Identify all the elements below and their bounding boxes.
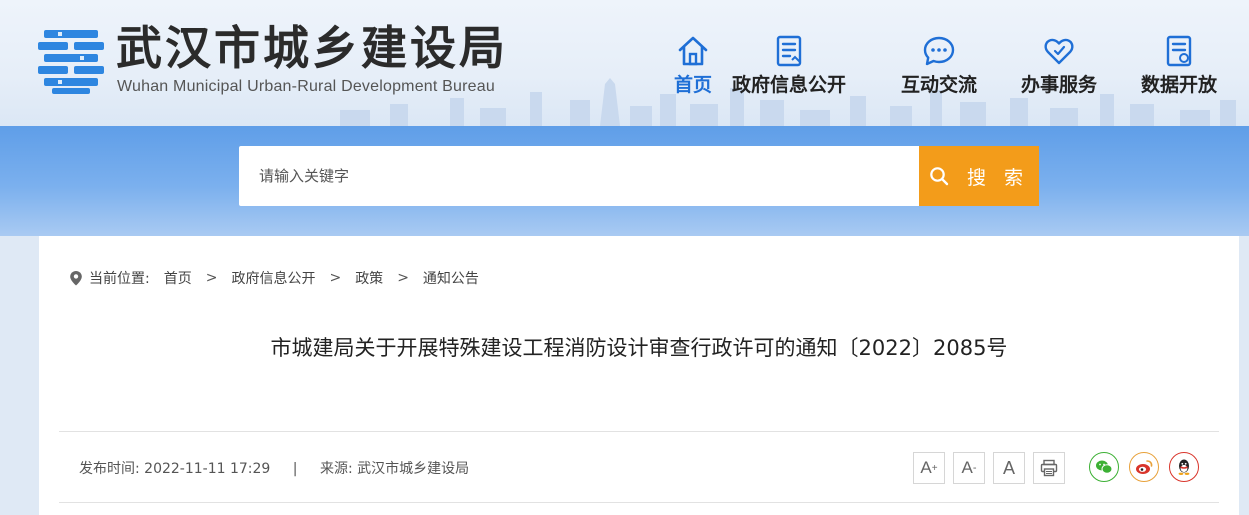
font-reset-label: A <box>1002 457 1015 478</box>
font-increase-label: A <box>920 458 932 477</box>
search-box <box>239 146 919 206</box>
source-label: 来源: <box>319 461 353 477</box>
breadcrumb-separator: > <box>397 270 409 286</box>
nav-item-gov-info[interactable]: 政府信息公开 <box>724 34 854 98</box>
nav-label-gov-info: 政府信息公开 <box>731 74 846 96</box>
share-wechat-button[interactable] <box>1089 452 1119 482</box>
nav-label-interaction: 互动交流 <box>900 74 977 96</box>
bureau-logo-icon <box>38 30 104 94</box>
heart-hand-icon <box>1044 38 1074 65</box>
breadcrumb-item-policy[interactable]: 政策 <box>355 268 383 288</box>
location-pin-icon <box>70 271 82 286</box>
search-icon <box>930 167 949 186</box>
home-icon <box>678 36 708 66</box>
data-document-icon <box>1166 35 1192 67</box>
font-decrease-mark: - <box>972 462 977 474</box>
printer-icon <box>1040 459 1058 477</box>
font-decrease-label: A <box>961 458 973 477</box>
site-header: 武汉市城乡建设局 Wuhan Municipal Urban-Rural Dev… <box>0 0 1249 126</box>
site-name-en: Wuhan Municipal Urban-Rural Development … <box>117 78 495 95</box>
font-decrease-button[interactable]: A- <box>953 452 985 484</box>
divider <box>59 502 1219 503</box>
search-button-label: 搜 索 <box>966 166 1030 189</box>
font-reset-button[interactable]: A <box>993 452 1025 484</box>
nav-label-services: 办事服务 <box>1020 74 1097 96</box>
divider <box>59 431 1219 432</box>
qq-penguin-icon <box>1178 459 1190 475</box>
search-input[interactable] <box>239 146 919 206</box>
breadcrumb-item-notices[interactable]: 通知公告 <box>423 268 479 288</box>
breadcrumb: 当前位置: 首页 > 政府信息公开 > 政策 > 通知公告 <box>69 268 479 288</box>
share-weibo-button[interactable] <box>1129 452 1159 482</box>
site-name-cn: 武汉市城乡建设局 <box>116 21 508 75</box>
chat-bubble-icon <box>923 36 955 66</box>
document-list-icon <box>776 35 802 67</box>
breadcrumb-separator: > <box>205 270 218 286</box>
nav-item-open-data[interactable]: 数据开放 <box>1114 34 1244 98</box>
font-increase-button[interactable]: A + <box>913 452 945 484</box>
breadcrumb-item-home[interactable]: 首页 <box>164 268 192 288</box>
wechat-icon <box>1096 460 1113 474</box>
share-qq-button[interactable] <box>1169 452 1199 482</box>
breadcrumb-item-gov-info[interactable]: 政府信息公开 <box>231 268 315 288</box>
article-title: 市城建局关于开展特殊建设工程消防设计审查行政许可的通知〔2022〕2085号 <box>270 336 1008 360</box>
breadcrumb-separator: > <box>329 270 342 286</box>
print-button[interactable] <box>1033 452 1065 484</box>
article-card: 当前位置: 首页 > 政府信息公开 > 政策 > 通知公告 市城建局关于开展特殊… <box>39 236 1239 515</box>
nav-item-interaction[interactable]: 互动交流 <box>874 34 1004 98</box>
search-band: 搜 索 <box>0 126 1249 236</box>
nav-item-services[interactable]: 办事服务 <box>994 34 1124 98</box>
meta-divider: | <box>292 461 298 477</box>
source-value: 武汉市城乡建设局 <box>357 461 470 477</box>
publish-time: 2022-11-11 17:29 <box>144 461 271 477</box>
article-meta: 发布时间: 2022-11-11 17:29 | 来源: 武汉市城乡建设局 <box>79 458 469 478</box>
weibo-icon <box>1136 460 1153 474</box>
nav-label-open-data: 数据开放 <box>1140 74 1217 96</box>
font-increase-mark: + <box>931 462 938 474</box>
publish-label: 发布时间: <box>79 461 140 477</box>
search-button[interactable]: 搜 索 <box>919 146 1039 206</box>
breadcrumb-lead: 当前位置: <box>89 271 150 287</box>
